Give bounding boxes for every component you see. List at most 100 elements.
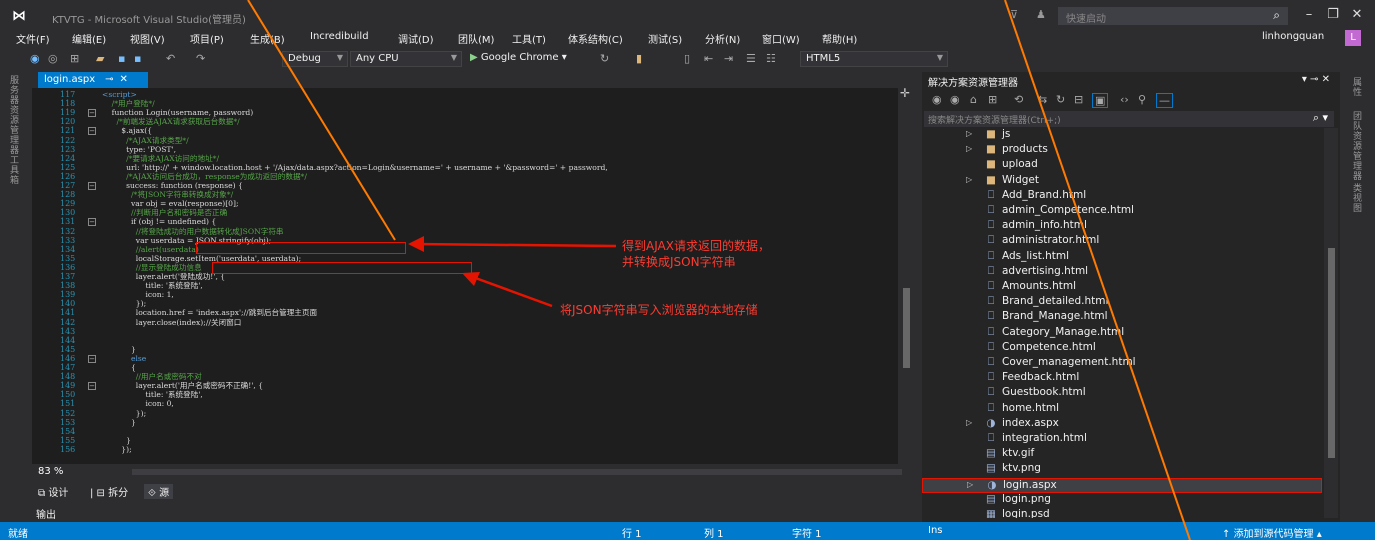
code-line[interactable]: if (obj != undefined) { bbox=[102, 217, 216, 226]
menu-test[interactable]: 测试(S) bbox=[648, 31, 682, 46]
tree-item[interactable]: ▷ ◑ login.aspx bbox=[922, 477, 1322, 493]
code-line[interactable]: url: 'http://' + window.location.host + … bbox=[102, 163, 608, 172]
code-line[interactable]: //判断用户名和密码是否正确 bbox=[102, 208, 227, 217]
fold-toggle-icon[interactable]: − bbox=[88, 109, 96, 118]
menu-window[interactable]: 窗口(W) bbox=[762, 31, 800, 46]
platform-dropdown[interactable]: Any CPU ▼ bbox=[350, 51, 462, 67]
show-all-files-icon[interactable]: ▣ bbox=[1092, 93, 1109, 108]
collapse-all-icon[interactable]: ⊟ bbox=[1074, 93, 1083, 106]
switch-views-icon[interactable]: ⊞ bbox=[988, 93, 997, 106]
tree-item[interactable]: ⎕ Guestbook.html bbox=[922, 386, 1322, 401]
open-folder-icon[interactable]: ▰ bbox=[96, 52, 104, 65]
code-line[interactable]: <script> bbox=[102, 90, 137, 99]
browser-link-icon[interactable]: ▮ bbox=[636, 52, 642, 65]
home-icon[interactable]: ⌂ bbox=[970, 93, 977, 106]
code-line[interactable]: type: 'POST', bbox=[102, 145, 176, 154]
tree-item[interactable]: ▷ ◑ index.aspx bbox=[922, 417, 1322, 432]
tab-login-aspx[interactable]: login.aspx ⊸ ✕ bbox=[38, 72, 148, 88]
minimize-button[interactable]: – bbox=[1298, 7, 1320, 22]
tree-item[interactable]: ▤ login.png bbox=[922, 493, 1322, 508]
code-line[interactable]: function Login(username, password) bbox=[102, 108, 254, 117]
output-tab[interactable]: 输出 bbox=[36, 506, 56, 521]
tab-split[interactable]: | ⊟ 拆分 bbox=[90, 484, 128, 499]
tree-item[interactable]: ⎕ Amounts.html bbox=[922, 280, 1322, 295]
code-line[interactable]: icon: 1, bbox=[102, 290, 173, 299]
back-icon[interactable]: ◉ bbox=[932, 93, 942, 106]
code-line[interactable]: }); bbox=[102, 299, 146, 308]
quick-launch-input[interactable]: 快速启动 ⌕ bbox=[1058, 7, 1288, 25]
code-line[interactable]: success: function (response) { bbox=[102, 181, 243, 190]
code-line[interactable]: //显示登陆成功信息 bbox=[102, 263, 202, 272]
code-line[interactable]: /*要请求AJAX访问的地址*/ bbox=[102, 154, 219, 163]
tree-item[interactable]: ⎕ integration.html bbox=[922, 432, 1322, 447]
tab-source[interactable]: ⟐ 源 bbox=[144, 484, 174, 499]
tree-item[interactable]: ⎕ Add_Brand.html bbox=[922, 189, 1322, 204]
code-line[interactable]: var obj = eval(response)[0]; bbox=[102, 199, 239, 208]
outdent-icon[interactable]: ⇥ bbox=[724, 52, 733, 65]
panel-controls[interactable]: ▾ ⊸ ✕ bbox=[1302, 74, 1330, 85]
code-line[interactable]: title: '系统登陆', bbox=[102, 390, 202, 399]
fold-toggle-icon[interactable]: − bbox=[88, 354, 96, 363]
feedback-icon[interactable]: ♟ bbox=[1036, 8, 1046, 21]
back-icon[interactable]: ◉ bbox=[30, 52, 40, 65]
tree-item[interactable]: ▤ ktv.png bbox=[922, 462, 1322, 477]
code-line[interactable]: layer.alert('登陆成功!', { bbox=[102, 272, 225, 281]
team-explorer-tab[interactable]: 团队资源管理器 bbox=[1353, 112, 1363, 182]
code-line[interactable]: icon: 0, bbox=[102, 399, 173, 408]
menu-analyze[interactable]: 分析(N) bbox=[705, 31, 740, 46]
code-line[interactable]: /*前端发送AJAX请求获取后台数据*/ bbox=[102, 117, 239, 126]
code-line[interactable]: }); bbox=[102, 445, 131, 454]
fold-toggle-icon[interactable]: − bbox=[88, 382, 96, 391]
menu-architecture[interactable]: 体系结构(C) bbox=[568, 31, 623, 46]
code-line[interactable]: layer.close(index);//关闭窗口 bbox=[102, 318, 242, 327]
refresh-icon[interactable]: ↻ bbox=[1056, 93, 1065, 106]
indent-icon[interactable]: ⇤ bbox=[704, 52, 713, 65]
code-line[interactable]: /*将JSON字符串转换成对象*/ bbox=[102, 190, 233, 199]
code-line[interactable]: $.ajax({ bbox=[102, 126, 152, 135]
menu-view[interactable]: 视图(V) bbox=[130, 31, 165, 46]
forward-icon[interactable]: ◎ bbox=[48, 52, 58, 65]
code-line[interactable]: } bbox=[102, 418, 136, 427]
scroll-thumb[interactable] bbox=[903, 288, 910, 368]
tree-item[interactable]: ▤ ktv.gif bbox=[922, 447, 1322, 462]
pin-icon[interactable]: ⊸ bbox=[105, 74, 113, 85]
toolbox-tab[interactable]: 工具箱 bbox=[10, 156, 20, 186]
menu-project[interactable]: 项目(P) bbox=[190, 31, 224, 46]
expand-arrow-icon[interactable]: ▷ bbox=[967, 480, 973, 489]
solution-scrollbar[interactable] bbox=[1324, 128, 1338, 518]
tree-item[interactable]: ⎕ Competence.html bbox=[922, 341, 1322, 356]
tree-item[interactable]: ⎕ Cover_management.html bbox=[922, 356, 1322, 371]
pending-changes-icon[interactable]: ⟲ bbox=[1014, 93, 1023, 106]
tree-item[interactable]: ⎕ Ads_list.html bbox=[922, 250, 1322, 265]
server-explorer-tab[interactable]: 服务器资源管理器 bbox=[10, 76, 20, 156]
tree-item[interactable]: ⎕ Brand_detailed.html bbox=[922, 295, 1322, 310]
tree-item[interactable]: ⎕ Category_Manage.html bbox=[922, 326, 1322, 341]
zoom-level[interactable]: 83 % bbox=[38, 466, 63, 477]
code-line[interactable]: location.href = 'index.aspx';//跳到后台管理主页面 bbox=[102, 308, 317, 317]
tree-item[interactable]: ▷ ■ js bbox=[922, 128, 1322, 143]
class-view-tab[interactable]: 类视图 bbox=[1353, 184, 1363, 214]
code-line[interactable]: //将登陆成功的用户数据转化成JSON字符串 bbox=[102, 227, 284, 236]
code-line[interactable]: layer.alert('用户名或密码不正确!', { bbox=[102, 381, 263, 390]
menu-team[interactable]: 团队(M) bbox=[458, 31, 494, 46]
code-line[interactable]: { bbox=[102, 363, 136, 372]
expand-arrow-icon[interactable]: ▷ bbox=[966, 418, 972, 427]
code-line[interactable]: /*AJAX访问后台成功，response为成功返回的数据*/ bbox=[102, 172, 307, 181]
tree-item[interactable]: ⎕ admin_info.html bbox=[922, 219, 1322, 234]
editor-vertical-scrollbar[interactable] bbox=[898, 88, 915, 464]
menu-help[interactable]: 帮助(H) bbox=[822, 31, 857, 46]
tree-item[interactable]: ⎕ Feedback.html bbox=[922, 371, 1322, 386]
run-browser-button[interactable]: ▶ Google Chrome ▾ bbox=[470, 52, 567, 63]
properties-tab[interactable]: 属性 bbox=[1353, 78, 1363, 98]
solution-search-input[interactable]: 搜索解决方案资源管理器(Ctrl+;) ⌕ ▾ bbox=[924, 111, 1334, 127]
comment-icon[interactable]: ☰ bbox=[746, 52, 756, 65]
tree-item[interactable]: ▦ login.psd bbox=[922, 508, 1322, 518]
tree-item[interactable]: ⎕ home.html bbox=[922, 402, 1322, 417]
fold-toggle-icon[interactable]: − bbox=[88, 127, 96, 136]
close-button[interactable]: ✕ bbox=[1346, 7, 1368, 22]
tree-item[interactable]: ■ upload bbox=[922, 158, 1322, 173]
code-line[interactable]: /*用户登陆*/ bbox=[102, 99, 155, 108]
menu-file[interactable]: 文件(F) bbox=[16, 31, 50, 46]
redo-icon[interactable]: ↷ bbox=[196, 52, 205, 65]
avatar[interactable]: L bbox=[1345, 30, 1361, 46]
